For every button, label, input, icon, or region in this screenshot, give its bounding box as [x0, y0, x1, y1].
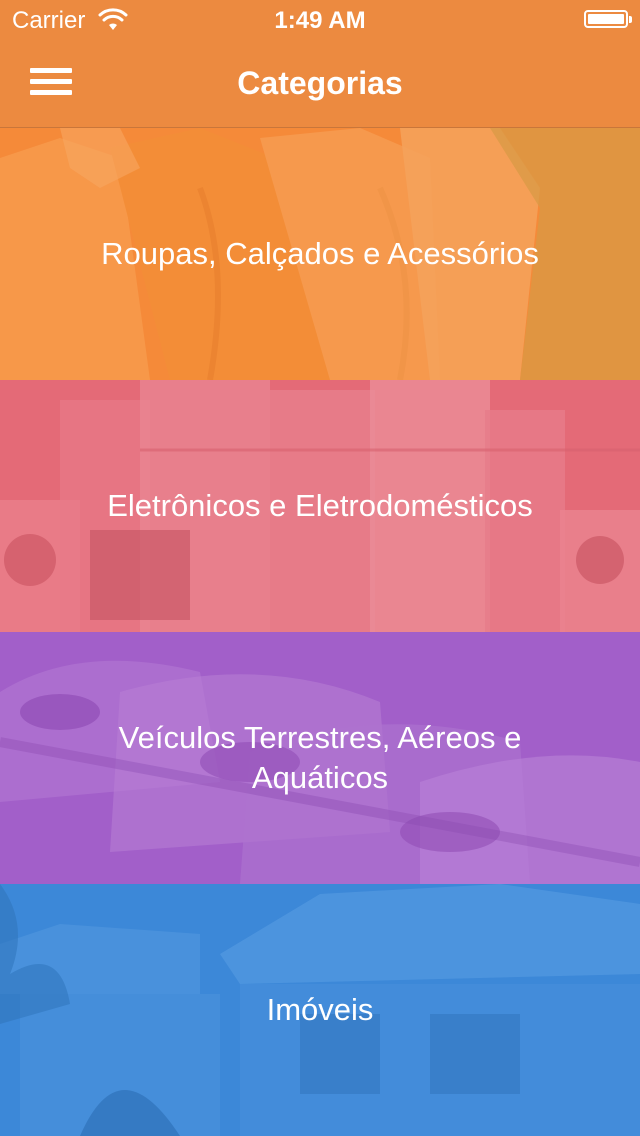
category-eletronicos[interactable]: Eletrônicos e Eletrodomésticos [0, 380, 640, 632]
category-veiculos[interactable]: Veículos Terrestres, Aéreos e Aquáticos [0, 632, 640, 884]
category-label: Roupas, Calçados e Acessórios [101, 236, 539, 271]
page-title: Categorias [237, 65, 403, 101]
category-label: Veículos Terrestres, Aéreos e Aquáticos [118, 720, 522, 795]
category-label: Eletrônicos e Eletrodomésticos [107, 488, 533, 523]
status-bar: Carrier 1:49 AM [0, 0, 640, 40]
nav-bar: Categorias [0, 40, 640, 128]
status-time: 1:49 AM [274, 7, 366, 34]
category-roupas[interactable]: Roupas, Calçados e Acessórios [0, 128, 640, 380]
category-imoveis[interactable]: Imóveis [0, 884, 640, 1136]
battery-icon [584, 10, 632, 28]
category-label: Imóveis [266, 992, 374, 1027]
